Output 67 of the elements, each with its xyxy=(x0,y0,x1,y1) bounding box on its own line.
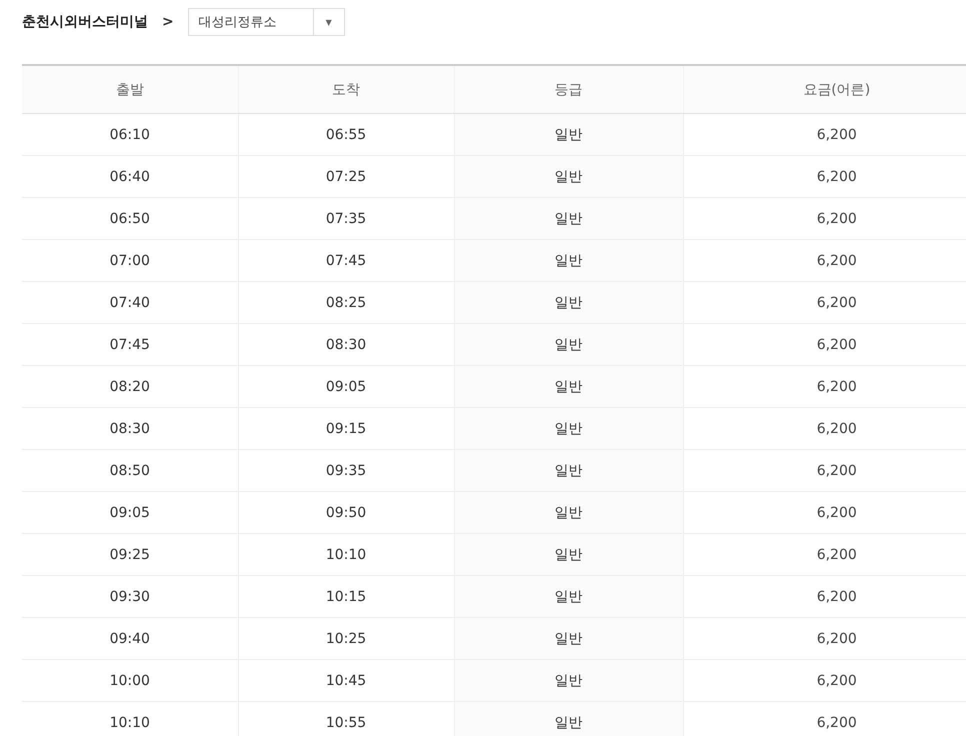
table-cell: 6,200 xyxy=(683,618,966,660)
table-cell: 09:35 xyxy=(238,450,454,492)
table-cell: 6,200 xyxy=(683,324,966,366)
table-cell: 6,200 xyxy=(683,576,966,618)
table-cell: 09:50 xyxy=(238,492,454,534)
table-cell: 08:20 xyxy=(22,366,238,408)
table-cell: 10:10 xyxy=(238,534,454,576)
table-cell: 일반 xyxy=(454,114,683,156)
table-cell: 08:25 xyxy=(238,282,454,324)
table-cell: 09:30 xyxy=(22,576,238,618)
table-cell: 10:10 xyxy=(22,702,238,736)
chevron-icon: > xyxy=(162,14,174,30)
table-cell: 일반 xyxy=(454,450,683,492)
table-cell: 07:00 xyxy=(22,240,238,282)
table-cell: 09:05 xyxy=(238,366,454,408)
table-cell: 6,200 xyxy=(683,156,966,198)
table-cell: 일반 xyxy=(454,324,683,366)
table-cell: 06:10 xyxy=(22,114,238,156)
table-cell: 09:05 xyxy=(22,492,238,534)
table-cell: 일반 xyxy=(454,702,683,736)
column-header: 요금(어른) xyxy=(683,65,966,114)
table-cell: 6,200 xyxy=(683,450,966,492)
column-header: 도착 xyxy=(238,65,454,114)
table-cell: 10:55 xyxy=(238,702,454,736)
table-cell: 일반 xyxy=(454,366,683,408)
table-cell: 일반 xyxy=(454,618,683,660)
table-cell: 6,200 xyxy=(683,660,966,702)
table-cell: 09:40 xyxy=(22,618,238,660)
table-cell: 07:45 xyxy=(238,240,454,282)
table-cell: 6,200 xyxy=(683,198,966,240)
table-cell: 06:55 xyxy=(238,114,454,156)
terminal-name: 춘천시외버스터미널 xyxy=(22,13,148,31)
table-cell: 일반 xyxy=(454,576,683,618)
stop-select[interactable]: 대성리정류소 ▼ xyxy=(188,8,345,36)
table-cell: 6,200 xyxy=(683,114,966,156)
table-cell: 일반 xyxy=(454,282,683,324)
table-cell: 일반 xyxy=(454,660,683,702)
table-cell: 일반 xyxy=(454,156,683,198)
table-cell: 일반 xyxy=(454,198,683,240)
table-cell: 07:40 xyxy=(22,282,238,324)
table-cell: 06:50 xyxy=(22,198,238,240)
table-cell: 6,200 xyxy=(683,240,966,282)
table-cell: 6,200 xyxy=(683,492,966,534)
table-cell: 일반 xyxy=(454,408,683,450)
column-header: 등급 xyxy=(454,65,683,114)
table-cell: 6,200 xyxy=(683,534,966,576)
table-cell: 07:25 xyxy=(238,156,454,198)
table-cell: 10:45 xyxy=(238,660,454,702)
table-cell: 10:15 xyxy=(238,576,454,618)
table-cell: 일반 xyxy=(454,240,683,282)
table-cell: 06:40 xyxy=(22,156,238,198)
table-cell: 10:25 xyxy=(238,618,454,660)
table-cell: 08:50 xyxy=(22,450,238,492)
table-cell: 6,200 xyxy=(683,366,966,408)
column-header: 출발 xyxy=(22,65,238,114)
table-cell: 6,200 xyxy=(683,702,966,736)
table-cell: 07:45 xyxy=(22,324,238,366)
table-cell: 09:25 xyxy=(22,534,238,576)
table-cell: 일반 xyxy=(454,534,683,576)
table-cell: 09:15 xyxy=(238,408,454,450)
table-cell: 10:00 xyxy=(22,660,238,702)
table-cell: 일반 xyxy=(454,492,683,534)
table-cell: 08:30 xyxy=(22,408,238,450)
table-cell: 6,200 xyxy=(683,408,966,450)
table-cell: 08:30 xyxy=(238,324,454,366)
table-cell: 07:35 xyxy=(238,198,454,240)
table-cell: 6,200 xyxy=(683,282,966,324)
